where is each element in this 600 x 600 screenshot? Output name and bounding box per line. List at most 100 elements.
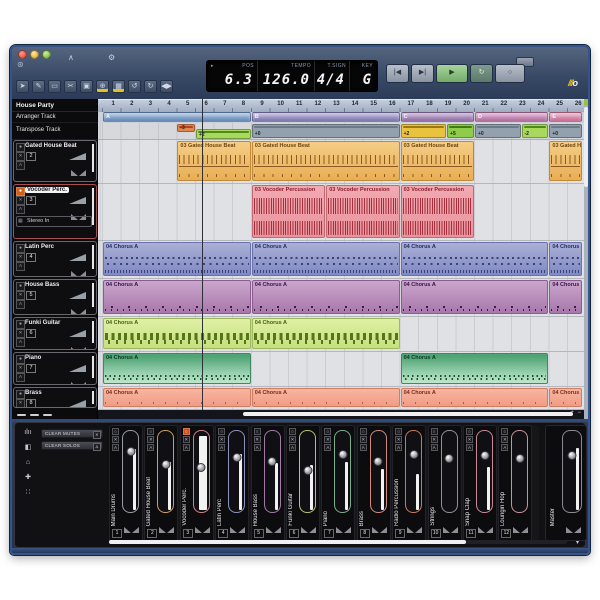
tuner-icon[interactable]: ∧ xyxy=(68,53,74,62)
zoom-handle[interactable] xyxy=(17,413,26,416)
volume-wedge[interactable] xyxy=(69,197,86,204)
audio-clip[interactable]: 04 Chorus A xyxy=(400,280,549,314)
arranger-section-C[interactable]: C xyxy=(400,112,474,122)
audio-clip[interactable]: 04 Chorus A xyxy=(103,353,251,384)
volume-wedge[interactable] xyxy=(69,254,86,261)
mixer-scrollbar[interactable] xyxy=(109,540,567,544)
audio-clip[interactable]: 04 Chorus A xyxy=(251,318,400,349)
track-name[interactable]: House Bass xyxy=(25,282,59,288)
mixer-channel-11[interactable]: ○ ✕ A Snap Clap 11 xyxy=(463,425,497,541)
channel-mute-icon[interactable]: ✕ xyxy=(359,436,367,443)
track-header-bass[interactable]: ● House Bass ✕ A 5 xyxy=(13,279,97,315)
channel-solo-icon[interactable]: A xyxy=(466,444,473,451)
transpose-clip[interactable]: +0 xyxy=(251,124,400,138)
mute-tool[interactable]: ▣ xyxy=(80,80,93,93)
horizontal-scrollbar[interactable]: + − xyxy=(98,410,584,419)
fader-knob[interactable] xyxy=(196,463,206,472)
channel-solo-icon[interactable]: A xyxy=(395,444,403,451)
zoom-window-button[interactable] xyxy=(42,50,51,59)
channel-solo-icon[interactable]: A xyxy=(430,444,438,451)
monitor-icon[interactable]: ◧ xyxy=(25,444,32,451)
automation-icon[interactable]: A xyxy=(16,161,25,170)
fader-slot[interactable] xyxy=(405,430,423,513)
fader-knob[interactable] xyxy=(515,454,525,463)
audio-clip[interactable]: 04 Chorus A xyxy=(103,318,251,349)
record-icon[interactable]: ● xyxy=(16,282,25,291)
fader-slot[interactable] xyxy=(299,430,316,513)
record-icon[interactable]: ● xyxy=(16,244,25,253)
pan-control[interactable] xyxy=(71,340,86,349)
fader-slot[interactable] xyxy=(369,430,387,513)
undo-button[interactable]: ↺ xyxy=(128,80,141,93)
mixer-channel-8[interactable]: ○ ✕ A Brass 8 xyxy=(356,425,391,541)
clear-solos-button[interactable]: CLEAR SOLOS A xyxy=(41,441,103,451)
track-lane-latin[interactable]: 04 Chorus A 04 Chorus A 04 Chorus A 04 Chor… xyxy=(98,241,584,279)
fader-knob[interactable] xyxy=(303,466,312,475)
pan-control[interactable] xyxy=(71,163,86,181)
channel-record-icon[interactable]: ○ xyxy=(324,428,332,435)
mixer-channel-5[interactable]: ○ ✕ A House Bass 5 xyxy=(250,425,285,541)
audio-clip[interactable]: 04 Chorus A xyxy=(251,280,400,314)
channel-mute-icon[interactable]: ✕ xyxy=(147,436,155,443)
channel-mute-icon[interactable]: ✕ xyxy=(253,436,261,443)
channel-record-icon[interactable]: ○ xyxy=(289,428,296,435)
transpose-clip[interactable]: +0 xyxy=(475,124,521,138)
track-name[interactable]: Vocoder Perc. xyxy=(25,187,69,193)
transpose-clip[interactable]: +2 xyxy=(196,129,251,139)
channel-record-icon[interactable]: ○ xyxy=(112,428,119,435)
automation-icon[interactable]: A xyxy=(16,262,25,271)
cycle-button[interactable]: ↻ xyxy=(470,64,493,83)
mixer-channel-3[interactable]: ○ ✕ A Vocoder Perc. 3 xyxy=(179,425,214,541)
erase-tool[interactable]: ▭ xyxy=(48,80,61,93)
mute-icon[interactable]: ✕ xyxy=(16,152,25,161)
volume-wedge[interactable] xyxy=(69,330,86,337)
channel-solo-icon[interactable]: A xyxy=(289,444,296,451)
audio-clip[interactable]: 03 Gated House Beat xyxy=(177,141,251,181)
timesig-display[interactable]: T.SIGN 4/4 xyxy=(315,61,350,91)
transpose-clip[interactable]: +5 xyxy=(447,124,474,138)
channel-mute-icon[interactable]: ✕ xyxy=(501,436,509,443)
mixer-scroll-handle[interactable] xyxy=(109,540,467,544)
master-fader-slot[interactable] xyxy=(562,430,582,513)
minimize-window-button[interactable] xyxy=(30,50,39,59)
track-lane-piano[interactable]: 04 Chorus A 04 Chorus A xyxy=(98,352,584,387)
record-icon[interactable]: ● xyxy=(16,143,25,152)
pattern-icon[interactable]: ∷ xyxy=(26,489,30,496)
audio-clip[interactable]: 04 Chorus A xyxy=(103,280,251,314)
volume-wedge[interactable] xyxy=(69,292,86,299)
io-button[interactable]: ◀▶ xyxy=(160,80,173,93)
draw-tool[interactable]: ✎ xyxy=(32,80,45,93)
arranger-section-E[interactable]: E xyxy=(549,112,582,122)
pan-control[interactable] xyxy=(71,302,86,314)
audio-clip[interactable]: 04 Chorus A xyxy=(549,280,582,314)
audio-clip[interactable]: 03 Gated House Beat xyxy=(251,141,400,181)
mixer-channel-9[interactable]: ○ ✕ A Radio Percussion 9 xyxy=(392,425,427,541)
transpose-clip[interactable]: +2 xyxy=(400,124,447,138)
audio-clip[interactable]: 03 Gated House Beat xyxy=(400,141,474,181)
track-lane-bass[interactable]: 04 Chorus A 04 Chorus A 04 Chorus A 04 Chor… xyxy=(98,279,584,317)
channel-mute-icon[interactable]: ✕ xyxy=(182,436,190,443)
channel-mute-icon[interactable]: ✕ xyxy=(112,436,119,443)
arranger-section-A[interactable]: A xyxy=(103,112,251,122)
channel-solo-icon[interactable]: A xyxy=(182,444,190,451)
channel-pan[interactable] xyxy=(159,520,175,538)
pan-control[interactable] xyxy=(71,375,86,384)
audio-clip[interactable]: 04 Chorus A xyxy=(400,353,549,384)
track-header-latin[interactable]: ● Latin Perc ✕ A 4 xyxy=(13,241,97,277)
mute-icon[interactable]: ✕ xyxy=(16,399,25,407)
volume-wedge[interactable] xyxy=(69,400,86,407)
key-display[interactable]: KEY G xyxy=(350,61,376,91)
channel-solo-icon[interactable]: A xyxy=(218,444,226,451)
master-fader-knob[interactable] xyxy=(567,451,577,460)
arranger-section-B[interactable]: B xyxy=(251,112,400,122)
audio-clip[interactable]: 04 Chorus A xyxy=(400,242,549,276)
hscroll-handle[interactable] xyxy=(243,412,573,416)
transpose-track-lane[interactable]: -3+2+0+2+5+0-2+0 xyxy=(98,123,584,140)
redo-button[interactable]: ↻ xyxy=(144,80,157,93)
arranger-section-D[interactable]: D xyxy=(475,112,549,122)
audio-clip[interactable]: 04 Chorus A xyxy=(549,242,582,276)
automation-icon[interactable]: A xyxy=(16,300,25,309)
fader-slot[interactable] xyxy=(263,430,281,513)
mixer-channel-7[interactable]: ○ ✕ A Piano 7 xyxy=(321,425,356,541)
audio-clip[interactable]: 03 Vocoder Percussion xyxy=(251,185,326,238)
